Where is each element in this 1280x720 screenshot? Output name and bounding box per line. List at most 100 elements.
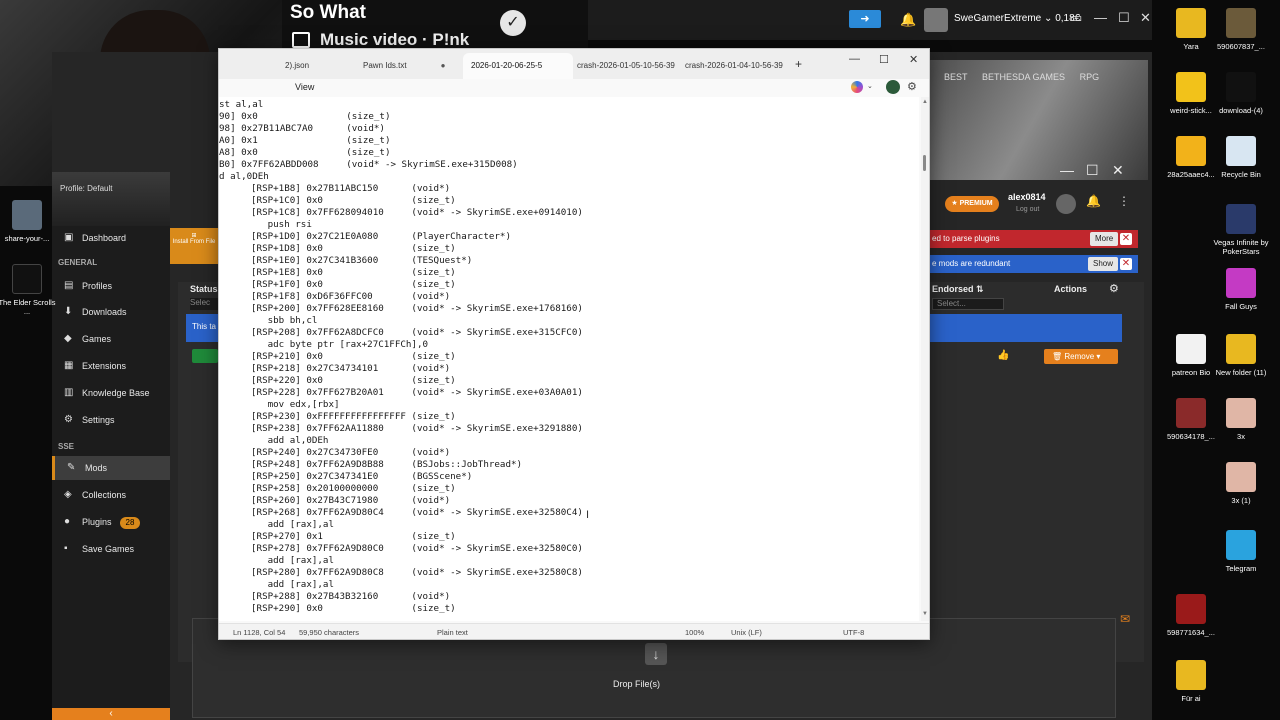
thumbs-up-icon[interactable]: 👍: [997, 350, 1009, 361]
chevron-down-icon[interactable]: ⌄: [867, 82, 873, 90]
maximize-icon[interactable]: ☐: [1118, 10, 1130, 26]
link-bethesda-games[interactable]: BETHESDA GAMES: [982, 72, 1065, 82]
link-rpg[interactable]: RPG: [1080, 72, 1100, 82]
enable-toggle[interactable]: [192, 349, 218, 363]
avatar[interactable]: [924, 8, 948, 32]
vortex-minimize-icon[interactable]: —: [1060, 162, 1074, 178]
text-line: [RSP+220] 0x0 (size_t): [251, 375, 456, 386]
column-settings-icon[interactable]: ⚙: [1109, 282, 1119, 295]
vortex-close-icon[interactable]: ✕: [1112, 162, 1124, 179]
notepad-minimize-icon[interactable]: —: [849, 53, 860, 65]
sidebar-item-plugins[interactable]: ● Plugins 28: [52, 510, 170, 534]
link-best[interactable]: BEST: [944, 72, 968, 82]
sidebar-item-settings[interactable]: ⚙ Settings: [52, 408, 170, 432]
desktop-icon[interactable]: 590607837_...: [1212, 8, 1270, 51]
notepad-window: 2).json Pawn Ids.txt ● 2026-01-20-06-25-5…: [218, 48, 930, 640]
desktop-icon[interactable]: share-your-...: [0, 200, 56, 243]
desktop-icon[interactable]: download-(4): [1212, 72, 1270, 115]
desktop-icon[interactable]: New folder (11): [1212, 334, 1270, 377]
premium-badge[interactable]: ★ PREMIUM: [945, 196, 999, 212]
sidebar-item-games[interactable]: ◆ Games: [52, 327, 170, 351]
text-line: [RSP+278] 0x7FF62A9D80C0 (void* -> Skyri…: [251, 543, 583, 554]
desktop-icon[interactable]: 598771634_...: [1162, 594, 1220, 637]
tab-label: 2026-01-20-06-25-5: [471, 61, 543, 70]
install-from-file-button[interactable]: ⊞ Install From File: [170, 228, 218, 264]
profile-icon[interactable]: [886, 80, 900, 94]
notepad-text-area[interactable]: st al,al 90] 0x0 (size_t) 98] 0x27B11ABC7A…: [219, 97, 919, 621]
sidebar-item-profiles[interactable]: ▤ Profiles: [52, 274, 170, 298]
dashboard-icon: ▣: [64, 232, 74, 243]
logout-link[interactable]: Log out: [1016, 206, 1039, 213]
dismiss-info-icon[interactable]: ✕: [1120, 258, 1132, 270]
username-text: SweGamerExtreme: [954, 13, 1042, 24]
tab-json[interactable]: 2).json: [277, 53, 317, 79]
sidebar-item-extensions[interactable]: ▦ Extensions: [52, 354, 170, 378]
tab-active-log[interactable]: 2026-01-20-06-25-5: [463, 53, 573, 79]
new-tab-icon[interactable]: +: [795, 57, 802, 71]
menu-view[interactable]: View: [295, 82, 314, 92]
text-line: st al,al: [219, 99, 264, 110]
sidebar-item-label: Dashboard: [82, 233, 127, 243]
account-avatar[interactable]: [1056, 194, 1076, 214]
text-line: [RSP+260] 0x27B43C71980 (void*): [251, 495, 451, 506]
show-button[interactable]: Show: [1088, 257, 1119, 271]
sidebar-item-collections[interactable]: ◈ Collections: [52, 483, 170, 507]
tab-pawn-ids[interactable]: Pawn Ids.txt ●: [355, 53, 453, 79]
status-column-header[interactable]: Status: [190, 284, 218, 294]
sidebar-item-mods[interactable]: ✎ Mods: [52, 456, 170, 480]
scrollbar-thumb[interactable]: [923, 155, 926, 171]
sidebar-item-knowledge-base[interactable]: ▥ Knowledge Base: [52, 381, 170, 405]
sidebar-item-dashboard[interactable]: ▣ Dashboard: [52, 226, 170, 250]
text-line: [RSP+230] 0xFFFFFFFFFFFFFFFF (size_t): [251, 411, 456, 422]
more-button[interactable]: More: [1090, 232, 1119, 246]
desktop-icon[interactable]: The Elder Scrolls ...: [0, 264, 56, 316]
notifications-icon[interactable]: 🔔: [1086, 194, 1101, 208]
desktop-icon-label: Für ai: [1181, 694, 1201, 703]
menu-icon[interactable]: ⋮: [1118, 194, 1130, 208]
zoom-level[interactable]: 100%: [685, 628, 704, 637]
wrench-icon: ✎: [67, 462, 76, 473]
settings-gear-icon[interactable]: ⚙: [907, 80, 917, 93]
close-icon[interactable]: ✕: [1140, 10, 1151, 26]
tab-crash-0104[interactable]: crash-2026-01-04-10-56-39: [677, 53, 791, 79]
desktop-icon[interactable]: Fall Guys: [1212, 268, 1270, 311]
pin-button[interactable]: ➜: [849, 10, 881, 28]
sidebar-item-save-games[interactable]: ▪ Save Games: [52, 537, 170, 561]
book-icon: ▥: [64, 387, 74, 398]
dismiss-error-icon[interactable]: ✕: [1120, 233, 1132, 245]
scroll-up-icon[interactable]: ▲: [922, 99, 928, 105]
remove-button[interactable]: 🗑 Remove ▾: [1044, 349, 1118, 364]
actions-column-header: Actions: [1054, 284, 1088, 294]
sidebar-item-downloads[interactable]: ⬇ Downloads: [52, 300, 170, 324]
bell-icon[interactable]: 🔔: [900, 12, 918, 28]
sidebar-item-label: Knowledge Base: [82, 388, 150, 398]
notepad-maximize-icon[interactable]: ☐: [879, 53, 889, 66]
endorsed-filter-select[interactable]: Select...: [932, 298, 1004, 310]
vortex-maximize-icon[interactable]: ☐: [1086, 162, 1099, 179]
mail-icon[interactable]: ✉: [1120, 612, 1130, 626]
desktop-icon[interactable]: Für ai: [1162, 660, 1220, 703]
desktop-icon-label: 3x (1): [1231, 496, 1251, 505]
tab-crash-0105[interactable]: crash-2026-01-05-10-56-39: [569, 53, 683, 79]
screen-icon[interactable]: ▭: [1070, 10, 1082, 26]
scroll-down-icon[interactable]: ▼: [922, 611, 928, 617]
copilot-icon[interactable]: [851, 81, 863, 93]
notepad-close-icon[interactable]: ✕: [909, 53, 918, 66]
collapse-sidebar-button[interactable]: ‹: [52, 708, 170, 720]
nexus-links: BEST BETHESDA GAMES RPG: [944, 72, 1111, 82]
download-icon: ⬇: [64, 306, 73, 317]
skyrim-icon: [12, 264, 42, 294]
install-icon: ⊞: [191, 233, 197, 239]
username[interactable]: SweGamerExtreme ⌄ 0,18€: [954, 13, 1080, 24]
desktop-icon-image: [1176, 136, 1206, 166]
encoding: UTF-8: [843, 628, 865, 637]
endorsed-column-header[interactable]: Endorsed ⇅: [932, 284, 984, 295]
vertical-scrollbar[interactable]: [921, 97, 929, 621]
desktop-icon[interactable]: Recycle Bin: [1212, 136, 1270, 179]
desktop-icon[interactable]: Vegas Infinite by PokerStars: [1212, 204, 1270, 256]
desktop-icon[interactable]: 3x: [1212, 398, 1270, 441]
desktop-icon[interactable]: Telegram: [1212, 530, 1270, 573]
desktop-icon[interactable]: 3x (1): [1212, 462, 1270, 505]
sidebar-item-label: Extensions: [82, 361, 127, 371]
minimize-icon[interactable]: —: [1094, 10, 1107, 25]
